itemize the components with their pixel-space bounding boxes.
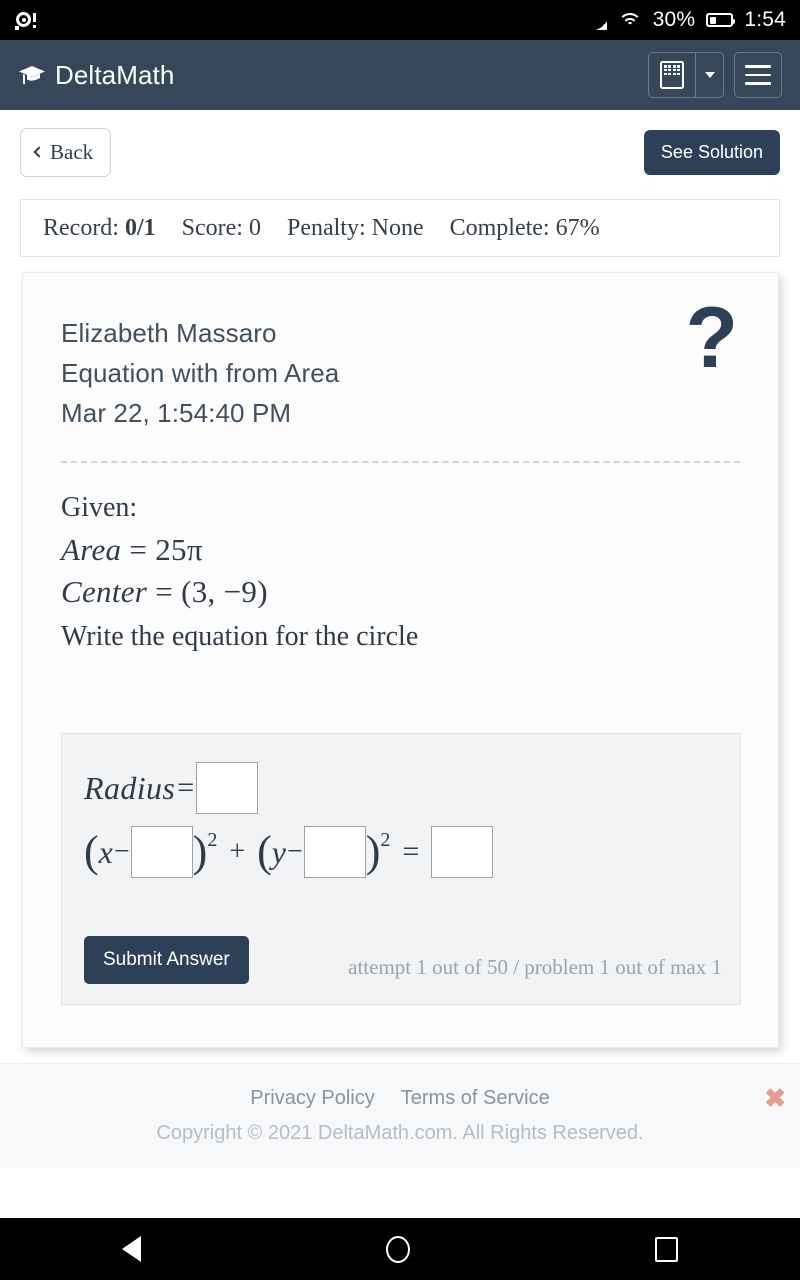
circle-home-icon[interactable] (385, 1235, 410, 1263)
calculator-button[interactable] (649, 53, 695, 97)
center-lhs: Center (61, 574, 148, 609)
complete-stat: Complete: 67% (450, 215, 600, 242)
problem-statement: Given: Area = 25π Center = (3, −9) Write… (61, 463, 740, 659)
center-equals: = (155, 574, 174, 609)
square-recents-icon[interactable] (654, 1236, 678, 1262)
app-root: 30% 1:54 DeltaMath Back See Solution Rec… (0, 0, 800, 1280)
hamburger-menu-icon[interactable] (734, 52, 782, 98)
given-area-line: Area = 25π (61, 529, 740, 571)
exponent-1: 2 (207, 828, 218, 851)
area-equals: = (129, 532, 148, 567)
close-x-icon[interactable]: ✖ (764, 1085, 786, 1111)
problem-timestamp: Mar 22, 1:54:40 PM (61, 398, 292, 428)
android-status-bar: 30% 1:54 (0, 0, 800, 40)
submit-row: Submit Answer attempt 1 out of 50 / prob… (84, 936, 722, 984)
close-paren-2: ) (365, 827, 381, 877)
assignment-title: Equation with from Area (61, 358, 340, 388)
score-label: Score: (181, 214, 243, 241)
privacy-policy-link[interactable]: Privacy Policy (250, 1087, 374, 1110)
given-label: Given: (61, 492, 138, 523)
complete-value: 67% (555, 214, 600, 241)
circle-equation-row: ( x − ) 2 + ( y − ) 2 = (84, 826, 740, 878)
copyright-text: Copyright © 2021 DeltaMath.com. All Righ… (156, 1122, 644, 1144)
record-bar: Record: 0/1 Score: 0 Penalty: None Compl… (20, 199, 780, 257)
chevron-down-icon (704, 72, 715, 78)
page-footer: Privacy Policy Terms of Service Copyrigh… (0, 1063, 800, 1168)
minus-1: − (113, 836, 130, 867)
penalty-stat: Penalty: None (287, 215, 424, 242)
question-mark-icon[interactable]: ? (685, 295, 738, 381)
student-name: Elizabeth Massaro (61, 318, 277, 348)
open-paren-1: ( (84, 827, 99, 877)
android-nav-bar (0, 1218, 800, 1280)
calculator-dropdown-button[interactable] (695, 53, 723, 97)
penalty-value: None (371, 214, 424, 241)
score-value: 0 (248, 214, 261, 241)
open-paren-2: ( (257, 827, 272, 877)
calculator-icon (660, 61, 684, 89)
score-stat: Score: 0 (182, 215, 261, 242)
penalty-label: Penalty: (286, 214, 366, 241)
radius-input[interactable] (196, 762, 259, 814)
alarm-icon (14, 9, 36, 31)
clock-label: 1:54 (744, 8, 786, 31)
battery-percent-label: 30% (652, 8, 696, 31)
area-lhs: Area (61, 532, 122, 567)
status-bar-notifications (14, 9, 588, 31)
back-button[interactable]: Back (20, 128, 112, 177)
graduation-cap-icon (18, 64, 46, 86)
y-variable: y (271, 833, 286, 870)
page-toolbar: Back See Solution (0, 110, 800, 195)
status-bar-system: 30% 1:54 (588, 8, 786, 32)
brand-logo[interactable]: DeltaMath (18, 60, 648, 91)
record-label: Record: (43, 214, 119, 241)
h-input[interactable] (130, 826, 193, 878)
battery-icon (706, 13, 736, 27)
problem-card-header: Elizabeth Massaro Equation with from Are… (23, 273, 778, 659)
attempt-status-text: attempt 1 out of 50 / problem 1 out of m… (348, 955, 722, 979)
problem-card: Elizabeth Massaro Equation with from Are… (22, 272, 779, 1048)
record-stat: Record: 0/1 (43, 215, 156, 242)
triangle-back-icon[interactable] (122, 1236, 142, 1262)
plus-sign: + (229, 836, 246, 867)
r-squared-input[interactable] (431, 826, 494, 878)
exponent-2: 2 (380, 828, 391, 851)
complete-label: Complete: (449, 214, 550, 241)
problem-instruction: Write the equation for the circle (61, 621, 419, 652)
minus-2: − (286, 836, 303, 867)
back-button-label: Back (50, 140, 94, 164)
answer-panel: Radius = ( x − ) 2 + ( y − ) 2 = Submit … (61, 733, 741, 1005)
app-header: DeltaMath (0, 40, 800, 110)
area-rhs: 25π (155, 532, 203, 567)
calculator-button-group[interactable] (648, 52, 724, 98)
center-rhs: (3, −9) (181, 574, 268, 609)
wifi-icon (617, 11, 642, 29)
chevron-left-icon (33, 146, 45, 158)
moon-icon (588, 10, 607, 30)
equation-equals: = (402, 835, 420, 868)
terms-of-service-link[interactable]: Terms of Service (401, 1087, 550, 1110)
radius-equals: = (177, 771, 195, 804)
header-actions (648, 52, 782, 98)
k-input[interactable] (303, 826, 366, 878)
given-center-line: Center = (3, −9) (61, 571, 740, 613)
footer-links: Privacy Policy Terms of Service (250, 1087, 549, 1110)
brand-name: DeltaMath (55, 59, 175, 90)
submit-answer-button[interactable]: Submit Answer (84, 936, 249, 984)
see-solution-button[interactable]: See Solution (643, 130, 780, 175)
x-variable: x (98, 833, 113, 870)
record-value: 0/1 (124, 214, 156, 241)
close-paren-1: ) (192, 827, 208, 877)
radius-label: Radius (84, 769, 176, 806)
radius-row: Radius = (84, 762, 740, 814)
